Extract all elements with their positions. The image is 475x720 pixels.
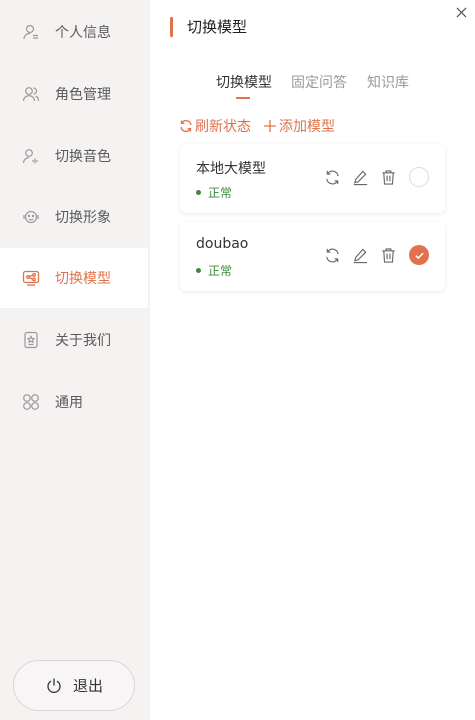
model-name: doubao (196, 236, 249, 252)
model-card[interactable]: 本地大模型 正常 (180, 144, 445, 213)
close-icon (455, 3, 467, 22)
sidebar-item-profile[interactable]: 个人信息 (0, 2, 148, 62)
sidebar-item-label: 关于我们 (55, 333, 111, 349)
users-icon (22, 85, 40, 103)
model-status: 正常 (196, 262, 232, 279)
trash-icon (381, 247, 395, 263)
plus-icon (264, 120, 276, 132)
active-tab-indicator (236, 97, 250, 99)
sidebar-item-label: 个人信息 (55, 25, 111, 41)
model-icon (22, 269, 40, 287)
edit-icon (353, 248, 367, 263)
select-radio[interactable] (409, 167, 429, 187)
sidebar-item-label: 切换模型 (55, 271, 111, 287)
model-name: 本地大模型 (196, 161, 266, 177)
sidebar-item-label: 切换音色 (55, 149, 111, 165)
sidebar-item-voice[interactable]: 切换音色 (0, 126, 148, 186)
refresh-status-button[interactable]: 刷新状态 (179, 116, 251, 136)
sidebar-item-avatar[interactable]: 切换形象 (0, 187, 148, 247)
model-card[interactable]: doubao 正常 (180, 222, 445, 291)
status-dot (196, 190, 201, 195)
avatar-icon (22, 208, 40, 226)
edit-button[interactable] (351, 168, 369, 186)
page-header: 切换模型 (170, 16, 247, 37)
check-icon (414, 252, 424, 259)
action-bar: 刷新状态 添加模型 (179, 116, 347, 136)
edit-icon (353, 170, 367, 185)
page-title: 切换模型 (187, 18, 248, 36)
badge-icon (22, 331, 40, 349)
main-panel: 切换模型 切换模型 固定问答 知识库 刷新状态 添加模型 本地大模型 正常 do… (150, 0, 475, 720)
sync-button[interactable] (323, 246, 341, 264)
sidebar-item-label: 切换形象 (55, 210, 111, 226)
edit-button[interactable] (351, 246, 369, 264)
model-status: 正常 (196, 184, 232, 201)
model-status-text: 正常 (208, 264, 233, 278)
sidebar-item-model[interactable]: 切换模型 (0, 248, 148, 308)
grid-icon (22, 393, 40, 411)
sync-icon (325, 170, 339, 184)
sidebar-item-roles[interactable]: 角色管理 (0, 64, 148, 124)
title-accent-bar (170, 16, 173, 37)
status-dot (196, 268, 201, 273)
logout-label: 退出 (72, 677, 103, 695)
trash-icon (381, 169, 395, 185)
power-icon (45, 677, 63, 695)
delete-button[interactable] (379, 246, 397, 264)
sidebar: 个人信息 角色管理 切换音色 切换形象 切换模型 关于我们 通用 退出 (0, 0, 150, 720)
selected-radio[interactable] (409, 245, 429, 265)
logout-button[interactable]: 退出 (13, 660, 135, 711)
sidebar-item-about[interactable]: 关于我们 (0, 310, 148, 370)
sync-icon (325, 248, 339, 262)
refresh-icon (180, 120, 192, 132)
voice-icon (22, 147, 40, 165)
tab-fixed-qa[interactable]: 固定问答 (291, 72, 347, 92)
delete-button[interactable] (379, 168, 397, 186)
user-icon (22, 23, 40, 41)
model-status-text: 正常 (208, 186, 233, 200)
sync-button[interactable] (323, 168, 341, 186)
tab-switch-model[interactable]: 切换模型 (216, 72, 272, 92)
sidebar-item-label: 角色管理 (55, 87, 111, 103)
refresh-status-label: 刷新状态 (195, 119, 251, 135)
sidebar-item-label: 通用 (55, 395, 83, 411)
add-model-button[interactable]: 添加模型 (263, 116, 335, 136)
sidebar-item-general[interactable]: 通用 (0, 372, 148, 432)
close-button[interactable] (453, 4, 469, 20)
tab-knowledge-base[interactable]: 知识库 (367, 72, 409, 92)
add-model-label: 添加模型 (279, 119, 335, 135)
tab-bar: 切换模型 固定问答 知识库 (150, 72, 475, 102)
